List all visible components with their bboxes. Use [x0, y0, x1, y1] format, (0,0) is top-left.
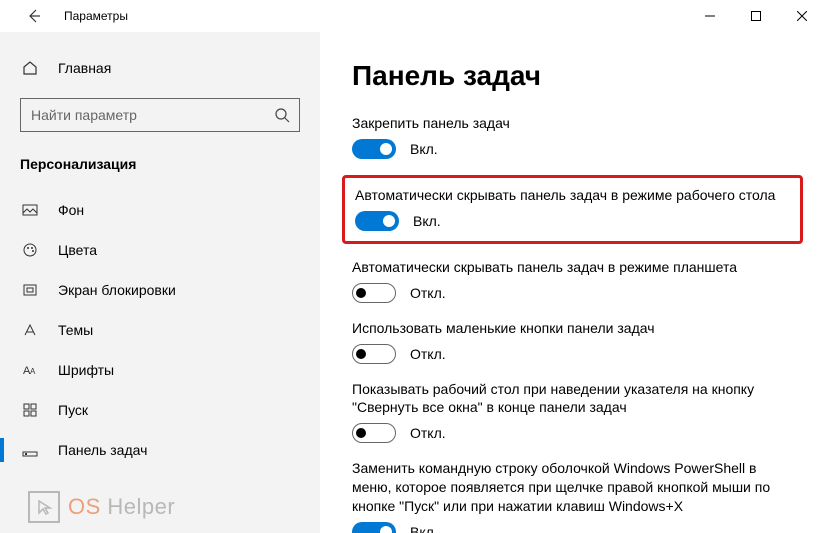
setting-peek-desktop: Показывать рабочий стол при наведении ук…	[352, 380, 793, 444]
sidebar-item-label: Цвета	[58, 242, 97, 258]
picture-icon	[20, 202, 40, 218]
toggle-autohide-tablet[interactable]	[352, 283, 396, 303]
home-icon	[20, 60, 40, 76]
sidebar-item-lockscreen[interactable]: Экран блокировки	[0, 270, 320, 310]
close-button[interactable]	[779, 0, 825, 32]
svg-text:A: A	[30, 367, 36, 376]
fonts-icon: AA	[20, 362, 40, 378]
toggle-peek-desktop[interactable]	[352, 423, 396, 443]
home-label: Главная	[58, 60, 111, 76]
sidebar-item-label: Темы	[58, 322, 93, 338]
setting-powershell: Заменить командную строку оболочкой Wind…	[352, 459, 793, 533]
setting-label: Показывать рабочий стол при наведении ук…	[352, 380, 793, 418]
search-icon	[274, 107, 290, 123]
sidebar-item-label: Пуск	[58, 402, 88, 418]
maximize-button[interactable]	[733, 0, 779, 32]
toggle-state: Вкл.	[410, 141, 438, 157]
sidebar-item-label: Экран блокировки	[58, 282, 176, 298]
setting-label: Использовать маленькие кнопки панели зад…	[352, 319, 793, 338]
sidebar-item-background[interactable]: Фон	[0, 190, 320, 230]
palette-icon	[20, 242, 40, 258]
sidebar-item-label: Фон	[58, 202, 84, 218]
sidebar-item-colors[interactable]: Цвета	[0, 230, 320, 270]
toggle-small-buttons[interactable]	[352, 344, 396, 364]
start-icon	[20, 402, 40, 418]
highlight-annotation: Автоматически скрывать панель задач в ре…	[342, 175, 803, 244]
toggle-state: Вкл.	[413, 213, 441, 229]
lockscreen-icon	[20, 282, 40, 298]
toggle-powershell[interactable]	[352, 522, 396, 533]
toggle-state: Откл.	[410, 285, 446, 301]
window-title: Параметры	[64, 9, 128, 23]
sidebar-item-fonts[interactable]: AA Шрифты	[0, 350, 320, 390]
sidebar: Главная Персонализация Фон Цвета Экран б…	[0, 32, 320, 533]
setting-label: Закрепить панель задач	[352, 114, 793, 133]
home-link[interactable]: Главная	[0, 52, 320, 84]
back-button[interactable]	[20, 2, 48, 30]
minimize-button[interactable]	[687, 0, 733, 32]
setting-lock-taskbar: Закрепить панель задач Вкл.	[352, 114, 793, 159]
setting-small-buttons: Использовать маленькие кнопки панели зад…	[352, 319, 793, 364]
sidebar-item-label: Шрифты	[58, 362, 114, 378]
content-area: Панель задач Закрепить панель задач Вкл.…	[320, 32, 825, 533]
toggle-lock-taskbar[interactable]	[352, 139, 396, 159]
setting-label: Автоматически скрывать панель задач в ре…	[352, 258, 793, 277]
toggle-state: Вкл.	[410, 524, 438, 533]
setting-autohide-tablet: Автоматически скрывать панель задач в ре…	[352, 258, 793, 303]
sidebar-item-label: Панель задач	[58, 442, 147, 458]
setting-label: Автоматически скрывать панель задач в ре…	[355, 186, 790, 205]
search-input[interactable]	[20, 98, 300, 132]
sidebar-item-start[interactable]: Пуск	[0, 390, 320, 430]
themes-icon	[20, 322, 40, 338]
toggle-state: Откл.	[410, 346, 446, 362]
watermark-text: OS Helper	[68, 494, 175, 520]
toggle-autohide-desktop[interactable]	[355, 211, 399, 231]
section-header: Персонализация	[0, 150, 320, 190]
setting-autohide-desktop: Автоматически скрывать панель задач в ре…	[355, 186, 790, 231]
setting-label: Заменить командную строку оболочкой Wind…	[352, 459, 793, 516]
sidebar-item-themes[interactable]: Темы	[0, 310, 320, 350]
toggle-state: Откл.	[410, 425, 446, 441]
sidebar-item-taskbar[interactable]: Панель задач	[0, 430, 320, 470]
cursor-icon	[28, 491, 60, 523]
page-title: Панель задач	[352, 60, 793, 92]
taskbar-icon	[20, 442, 40, 458]
watermark: OS Helper	[28, 491, 175, 523]
